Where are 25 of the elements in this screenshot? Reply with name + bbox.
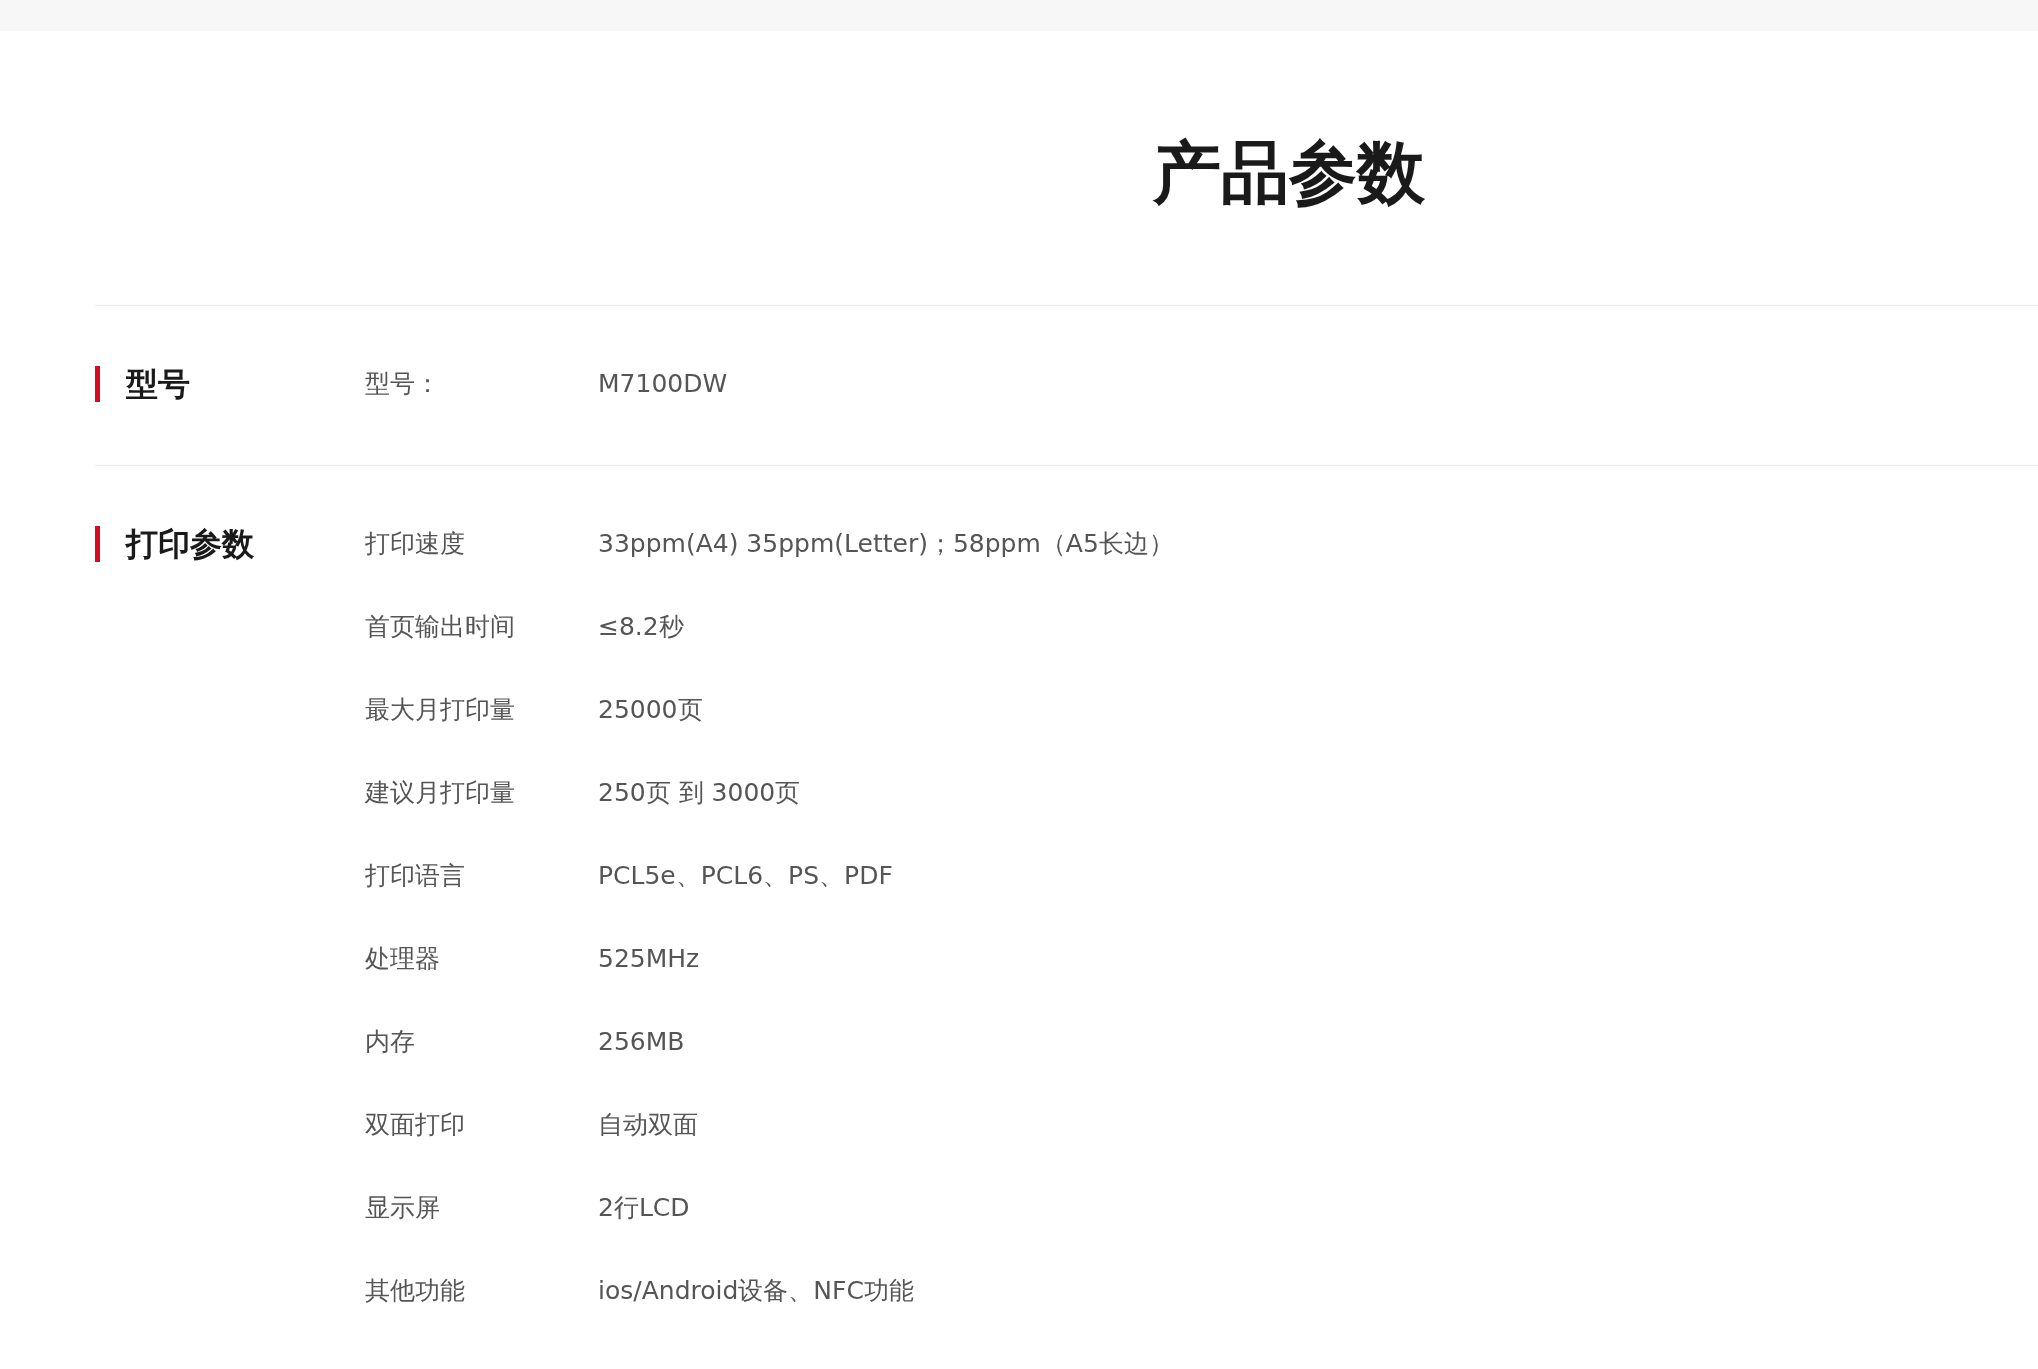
param-value: 256MB	[598, 1027, 686, 1056]
param-label: 打印速度	[365, 528, 466, 560]
param-label: 最大月打印量	[365, 694, 516, 726]
param-value: 25000页	[598, 694, 704, 726]
param-label: 显示屏	[365, 1192, 441, 1224]
param-label: 双面打印	[365, 1109, 466, 1141]
param-value: ≤8.2秒	[598, 611, 685, 643]
param-value: 250页 到 3000页	[598, 777, 802, 809]
section-heading: 打印参数	[95, 525, 254, 562]
param-value: M7100DW	[598, 369, 729, 398]
param-value: 33ppm(A4) 35ppm(Letter)；58ppm（A5长边）	[598, 528, 1175, 560]
param-value: 自动双面	[598, 1109, 699, 1141]
param-value: PCL5e、PCL6、PS、PDF	[598, 860, 894, 892]
param-label: 首页输出时间	[365, 611, 516, 643]
param-label: 型号：	[365, 368, 441, 400]
param-label: 建议月打印量	[365, 777, 516, 809]
param-value: 525MHz	[598, 944, 701, 973]
param-label: 打印语言	[365, 860, 466, 892]
page-title: 产品参数	[1153, 132, 1425, 207]
param-label: 内存	[365, 1026, 416, 1058]
param-value: ios/Android设备、NFC功能	[598, 1275, 915, 1307]
param-label: 其他功能	[365, 1275, 466, 1307]
section-heading: 型号	[95, 365, 190, 402]
param-value: 2行LCD	[598, 1192, 691, 1224]
param-label: 处理器	[365, 943, 441, 975]
